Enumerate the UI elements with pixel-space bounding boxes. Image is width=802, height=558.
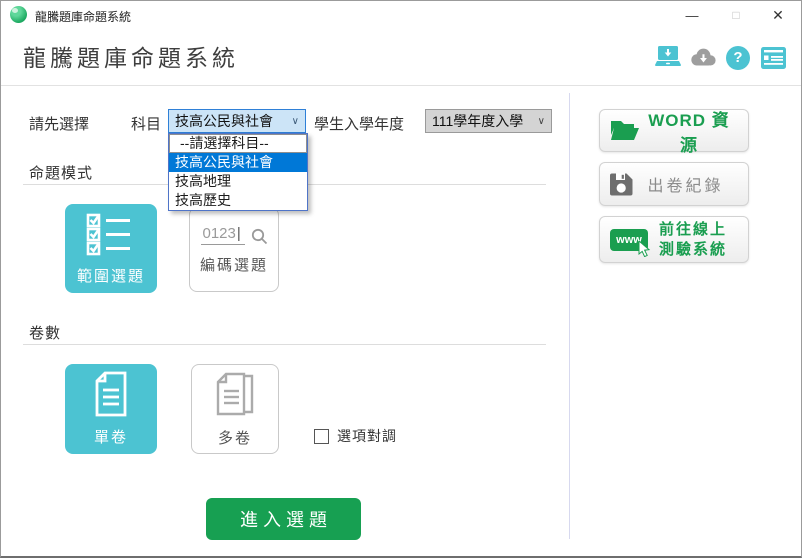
year-label: 學生入學年度 xyxy=(314,113,404,134)
dropdown-option-selected[interactable]: 技高公民與社會 xyxy=(169,153,307,172)
help-glyph: ? xyxy=(726,46,750,70)
word-resource-button[interactable]: WORD 資源 xyxy=(599,109,749,152)
year-select-value: 111學年度入學 xyxy=(432,111,523,131)
swap-options-label: 選項對調 xyxy=(337,426,397,446)
range-select-button[interactable]: 範圍選題 xyxy=(65,204,157,293)
folder-open-icon xyxy=(610,119,640,142)
range-select-label: 範圍選題 xyxy=(77,265,145,286)
subject-dropdown-list: --請選擇科目-- 技高公民與社會 技高地理 技高歷史 xyxy=(168,133,308,211)
dropdown-option[interactable]: 技高歷史 xyxy=(169,191,307,210)
titlebar-title: 龍騰題庫命題系統 xyxy=(35,8,131,25)
subject-label: 科目 xyxy=(131,113,161,134)
subject-select-value: 技高公民與社會 xyxy=(175,111,273,131)
content-divider xyxy=(569,93,570,539)
maximize-button[interactable]: □ xyxy=(719,1,753,29)
laptop-download-icon[interactable] xyxy=(654,45,682,70)
exam-record-button[interactable]: 出卷紀錄 xyxy=(599,162,749,206)
year-select[interactable]: 111學年度入學 ∨ xyxy=(425,109,552,133)
exam-list-icon[interactable] xyxy=(759,45,787,70)
code-input-value: 0123 xyxy=(203,225,236,242)
swap-options-row: 選項對調 xyxy=(314,426,397,446)
floppy-disk-icon xyxy=(610,173,633,196)
prompt-label: 請先選擇 xyxy=(29,113,89,134)
online-test-line2: 測驗系統 xyxy=(648,240,738,260)
multi-paper-button[interactable]: 多卷 xyxy=(191,364,279,454)
search-icon xyxy=(251,228,268,245)
exam-record-label: 出卷紀錄 xyxy=(633,172,738,196)
titlebar: 龍騰題庫命題系統 — □ ✕ xyxy=(1,1,801,29)
section-divider xyxy=(23,344,546,345)
chevron-down-icon: ∨ xyxy=(538,116,545,127)
online-test-label: 前往線上 測驗系統 xyxy=(648,220,738,259)
swap-options-checkbox[interactable] xyxy=(314,429,329,444)
online-test-line1: 前往線上 xyxy=(648,220,738,240)
dropdown-option[interactable]: --請選擇科目-- xyxy=(169,134,307,153)
cloud-download-icon[interactable] xyxy=(689,45,717,70)
code-select-button[interactable]: 0123| 編碼選題 xyxy=(189,207,279,292)
header-separator xyxy=(1,85,801,86)
checklist-icon xyxy=(86,212,136,256)
multi-paper-label: 多卷 xyxy=(218,427,252,448)
dropdown-option[interactable]: 技高地理 xyxy=(169,172,307,191)
online-test-button[interactable]: www 前往線上 測驗系統 xyxy=(599,216,749,263)
code-select-label: 編碼選題 xyxy=(200,254,268,275)
single-document-icon xyxy=(92,371,130,417)
single-paper-label: 單卷 xyxy=(94,426,128,447)
multi-document-icon xyxy=(212,370,258,418)
www-cursor-icon: www xyxy=(610,229,648,251)
word-resource-label: WORD 資源 xyxy=(640,106,738,156)
code-input[interactable]: 0123| xyxy=(201,225,268,245)
close-button[interactable]: ✕ xyxy=(761,1,795,29)
copies-section-title: 卷數 xyxy=(29,322,61,343)
chevron-down-icon: ∨ xyxy=(292,116,299,127)
subject-select[interactable]: 技高公民與社會 ∨ xyxy=(168,109,306,133)
page-title: 龍騰題庫命題系統 xyxy=(23,39,239,73)
app-logo-icon xyxy=(10,6,27,23)
text-caret: | xyxy=(237,225,241,242)
help-icon[interactable]: ? xyxy=(724,45,752,70)
app-window: 龍騰題庫命題系統 — □ ✕ 龍騰題庫命題系統 xyxy=(0,0,802,558)
mode-section-title: 命題模式 xyxy=(29,162,93,183)
single-paper-button[interactable]: 單卷 xyxy=(65,364,157,454)
header-toolbar: ? xyxy=(654,45,787,70)
enter-selection-button[interactable]: 進入選題 xyxy=(206,498,361,540)
minimize-button[interactable]: — xyxy=(675,1,709,29)
